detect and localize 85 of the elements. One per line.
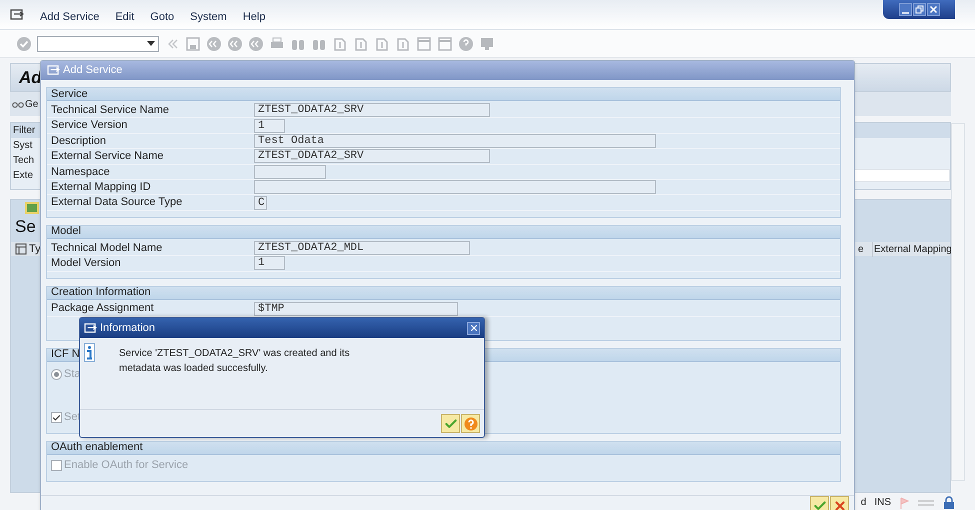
- window-icon[interactable]: [416, 36, 432, 52]
- page-icon[interactable]: [353, 36, 369, 52]
- menu-icon[interactable]: [10, 9, 24, 21]
- help-icon[interactable]: [458, 36, 474, 52]
- field-label: Description: [50, 134, 108, 149]
- menu-item[interactable]: Edit: [115, 8, 134, 25]
- field-label: External Data Source Type: [50, 195, 184, 210]
- input-field[interactable]: ZTEST_ODATA2_SRV: [254, 103, 490, 118]
- input-field[interactable]: [254, 164, 326, 179]
- filter-label: Exte: [13, 169, 34, 183]
- menu-item[interactable]: Add Service: [40, 8, 100, 25]
- help-button[interactable]: [461, 414, 480, 433]
- menu-item[interactable]: Help: [242, 8, 266, 25]
- input-field[interactable]: C: [254, 196, 267, 210]
- filter-label: Tech: [13, 154, 34, 168]
- section-title: ICF N: [51, 347, 80, 362]
- check-icon: [444, 416, 458, 430]
- field-label: External Mapping ID: [50, 180, 152, 195]
- window-icon[interactable]: [437, 36, 453, 52]
- panel-title: Filter: [13, 124, 36, 138]
- layout-icon[interactable]: [25, 202, 39, 214]
- page-icon[interactable]: [332, 36, 348, 52]
- save-icon[interactable]: [185, 36, 201, 52]
- field-label: Package Assignment: [50, 301, 155, 316]
- column-header[interactable]: External Mapping: [872, 242, 950, 256]
- input-field[interactable]: $TMP: [254, 302, 458, 316]
- column-header[interactable]: Ty: [29, 240, 41, 258]
- cancel-icon: [832, 498, 846, 510]
- confirm-button[interactable]: [441, 414, 460, 433]
- navigation-icon[interactable]: [248, 36, 264, 52]
- restore-icon[interactable]: [912, 3, 926, 16]
- monitor-icon[interactable]: [479, 36, 495, 52]
- input-field[interactable]: Test Odata: [254, 134, 656, 148]
- close-icon[interactable]: [926, 3, 940, 16]
- section-title: OAuth enablement: [51, 440, 143, 456]
- input-field[interactable]: 1: [254, 256, 285, 270]
- field-label: Namespace: [50, 164, 111, 180]
- checkbox-label: Enable OAuth for Service: [64, 458, 188, 474]
- command-field[interactable]: [37, 36, 159, 52]
- table-title: Se: [14, 216, 36, 238]
- close-icon: [468, 323, 478, 333]
- enter-icon[interactable]: [16, 36, 32, 52]
- page-icon[interactable]: [395, 36, 411, 52]
- input-field[interactable]: ZTEST_ODATA2_MDL: [254, 240, 470, 255]
- input-field[interactable]: ZTEST_ODATA2_SRV: [254, 149, 490, 164]
- status-field: INS: [874, 495, 891, 510]
- navigation-icon[interactable]: [206, 36, 222, 52]
- table-settings-icon[interactable]: [15, 243, 27, 255]
- flag-icon: [899, 496, 909, 508]
- confirm-button[interactable]: [810, 496, 829, 510]
- section-title: Model: [51, 224, 81, 240]
- dialog-icon: [47, 65, 60, 76]
- field-label: Technical Model Name: [50, 240, 164, 256]
- close-button[interactable]: [467, 322, 480, 334]
- section-title: Service: [51, 86, 88, 102]
- field-label: Model Version: [50, 256, 122, 272]
- filter-label: Syst: [13, 139, 32, 153]
- page-icon[interactable]: [374, 36, 390, 52]
- info-icon: [84, 343, 95, 362]
- navigation-icon[interactable]: [227, 36, 243, 52]
- tick-icon: [52, 412, 61, 423]
- field-label: Service Version: [50, 118, 128, 134]
- message-text: Service 'ZTEST_ODATA2_SRV' was created and its metadata was loaded succesfully.: [119, 347, 351, 376]
- status-field: d: [860, 495, 866, 510]
- dialog-icon: [84, 322, 97, 334]
- toolbar-button[interactable]: Ge: [12, 96, 38, 112]
- menu-item[interactable]: Goto: [150, 8, 174, 25]
- menu-item[interactable]: System: [190, 8, 227, 25]
- field-label: External Service Name: [50, 149, 164, 164]
- column-header[interactable]: e: [858, 242, 872, 256]
- glasses-icon: [12, 99, 24, 109]
- minimize-icon[interactable]: [898, 3, 912, 16]
- check-icon: [812, 498, 826, 510]
- field-label: Technical Service Name: [50, 102, 170, 118]
- help-icon: [464, 416, 478, 430]
- cancel-button[interactable]: [830, 496, 849, 510]
- input-field[interactable]: [254, 180, 656, 194]
- section-title: Creation Information: [51, 285, 151, 300]
- input-field[interactable]: [853, 169, 950, 182]
- scrollbar[interactable]: [951, 123, 965, 481]
- lock-icon: [943, 496, 955, 509]
- dialog-title: Add Service: [63, 63, 122, 78]
- input-field[interactable]: 1: [254, 118, 285, 133]
- dropdown-icon: [147, 41, 155, 46]
- dialog-title: Information: [100, 320, 156, 336]
